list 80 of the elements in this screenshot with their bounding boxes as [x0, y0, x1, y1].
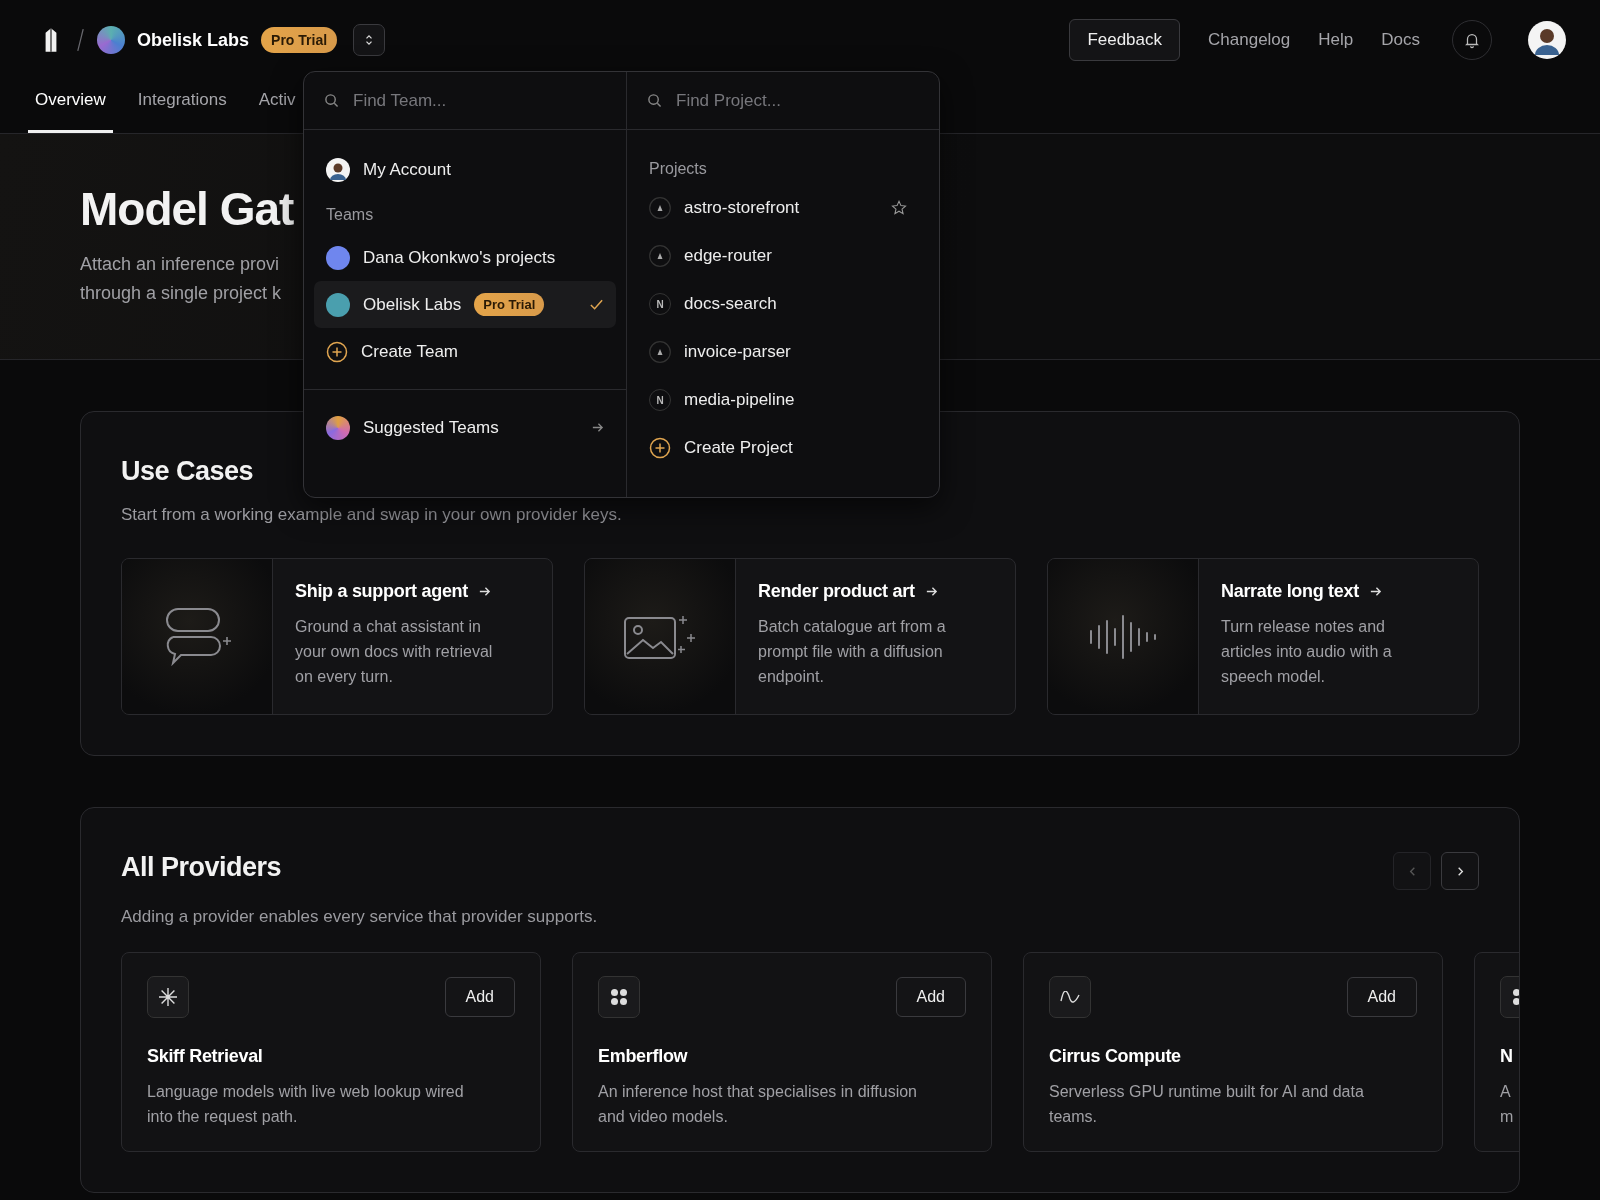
user-avatar	[326, 157, 350, 182]
section-subtitle: Adding a provider enables every service that provider supports.	[121, 907, 598, 927]
nav-link[interactable]: Docs	[1381, 30, 1420, 50]
team-item[interactable]: Dana Okonkwo's projects	[314, 234, 616, 281]
project-item[interactable]: N docs-search	[637, 280, 919, 328]
use-case-card[interactable]: Render product art Batch catalogue art from a prompt file with a diffusion endpoint.	[584, 558, 1016, 715]
use-case-card[interactable]: Ship a support agent Ground a chat assistant in your own docs with retrieval on every turn.	[121, 558, 553, 715]
add-button[interactable]: Add	[895, 977, 966, 1017]
create-project-item[interactable]: Create Project	[637, 424, 919, 472]
team-avatar	[97, 26, 125, 54]
project-item[interactable]: astro-storefront	[637, 184, 919, 232]
project-item[interactable]: invoice-parser	[637, 328, 919, 376]
sound-wave-icon	[1088, 612, 1158, 661]
plus-circle-icon	[326, 340, 348, 363]
search-icon	[647, 93, 662, 108]
four-dots-icon	[609, 987, 629, 1007]
use-case-title: Narrate long text	[1221, 581, 1359, 602]
nav-tab[interactable]: Activ	[251, 80, 303, 133]
plus-circle-icon	[649, 437, 671, 459]
provider-description: Serverless GPU runtime built for AI and data	[1049, 1082, 1365, 1102]
arrow-right-icon	[591, 421, 604, 434]
page-title: Model Gat	[80, 182, 294, 236]
provider-name: Skiff Retrieval	[147, 1046, 264, 1067]
team-item[interactable]: Obelisk Labs Pro Trial	[314, 281, 616, 328]
team-name[interactable]: Obelisk Labs	[137, 29, 250, 51]
provider-description: An inference host that specialises in diffusion	[598, 1082, 918, 1102]
project-search-field[interactable]: Find Project...	[676, 80, 919, 121]
provider-description: Language models with live web lookup wired	[147, 1082, 465, 1102]
page-description: through a single project k	[80, 282, 282, 305]
user-avatar[interactable]	[1528, 21, 1566, 59]
group-label: Projects	[648, 159, 708, 179]
create-team-item[interactable]: Create Team	[314, 328, 616, 375]
team-switcher-button[interactable]	[353, 24, 386, 56]
use-case-card[interactable]: Narrate long text Turn release notes and articles into audio with a speech model.	[1047, 558, 1479, 715]
asterisk-icon	[158, 987, 178, 1007]
provider-description: and video models.	[598, 1107, 729, 1127]
section-subtitle: Start from a working example and swap in your own provider keys.	[121, 505, 623, 525]
team-avatar	[326, 415, 350, 440]
project-item[interactable]: N media-pipeline	[637, 376, 919, 424]
provider-description: m	[1500, 1107, 1515, 1127]
group-label: Teams	[325, 205, 375, 225]
star-icon[interactable]	[891, 200, 907, 216]
use-case-title: Render product art	[758, 581, 915, 602]
add-button[interactable]: Add	[444, 977, 515, 1017]
wave-icon	[1060, 991, 1080, 1003]
feedback-button[interactable]: Feedback	[1069, 19, 1181, 61]
use-case-description: Turn release notes and articles into audio with a speech model.	[1221, 617, 1393, 687]
suggested-teams-item[interactable]: Suggested Teams	[314, 404, 616, 451]
provider-description: into the request path.	[147, 1107, 299, 1127]
use-case-title: Ship a support agent	[295, 581, 468, 602]
plan-badge: Pro Trial	[474, 293, 545, 316]
team-name: Dana Okonkwo's projects	[363, 247, 556, 268]
team-name: Obelisk Labs	[363, 294, 462, 315]
use-case-description: Ground a chat assistant in your own docs with retrieval on every turn.	[295, 617, 494, 687]
nav-link[interactable]: Changelog	[1208, 30, 1291, 50]
provider-description: A	[1500, 1082, 1512, 1102]
arrow-right-icon	[924, 585, 938, 598]
provider-description: teams.	[1049, 1107, 1098, 1127]
nav-link[interactable]: Help	[1318, 30, 1354, 50]
provider-name: Emberflow	[598, 1046, 689, 1067]
plan-badge: Pro Trial	[261, 27, 338, 53]
team-search-field[interactable]: Find Team...	[353, 80, 606, 121]
provider-name: Cirrus Compute	[1049, 1046, 1182, 1067]
arrow-right-icon	[1368, 585, 1382, 598]
bell-icon	[1463, 31, 1481, 49]
page-description: Attach an inference provi	[80, 253, 280, 276]
account-item[interactable]: My Account	[314, 146, 616, 193]
search-icon	[324, 93, 339, 108]
slash-icon	[76, 28, 85, 52]
project-item[interactable]: edge-router	[637, 232, 919, 280]
image-sparkle-icon	[623, 613, 697, 660]
provider-name: N	[1500, 1046, 1514, 1067]
chevron-up-down-icon	[364, 33, 375, 47]
section-title: Use Cases	[121, 456, 255, 487]
check-icon	[589, 297, 604, 312]
section-title: All Providers	[121, 852, 283, 883]
arrow-right-icon	[478, 585, 491, 598]
nav-tab[interactable]: Integrations	[130, 80, 234, 133]
use-case-description: Batch catalogue art from a prompt file with a diffusion endpoint.	[758, 617, 947, 687]
add-button[interactable]: Add	[1346, 977, 1417, 1017]
